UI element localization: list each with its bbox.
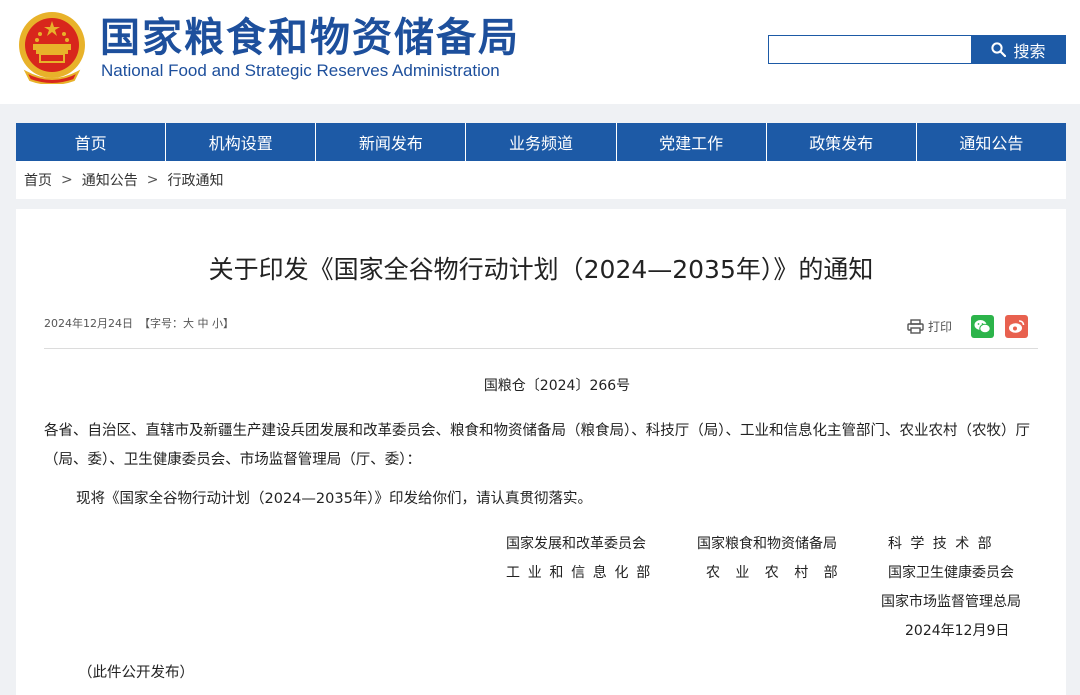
font-size-label: 【字号： — [139, 317, 183, 330]
font-size-end: 】 — [223, 317, 234, 330]
search-input[interactable] — [768, 35, 971, 64]
signature-most: 科学技术部 — [888, 536, 1000, 552]
national-emblem-icon[interactable] — [16, 10, 88, 85]
body-paragraph: 现将《国家全谷物行动计划（2024—2035年）》印发给你们，请认真贯彻落实。 — [76, 491, 593, 507]
recipients-paragraph: 各省、自治区、直辖市及新疆生产建设兵团发展和改革委员会、粮食和物资储备局（粮食局… — [44, 423, 1030, 468]
nav-item-home[interactable]: 首页 — [16, 123, 167, 161]
wechat-share-button[interactable] — [971, 314, 994, 338]
nav-item-news[interactable]: 新闻发布 — [316, 123, 467, 161]
font-size-small[interactable]: 小 — [212, 317, 223, 330]
site-name-english[interactable]: National Food and Strategic Reserves Adm… — [101, 60, 500, 82]
article-container: 关于印发《国家全谷物行动计划（2024—2035年）》的通知 2024年12月2… — [16, 209, 1066, 695]
signature-nhc: 国家卫生健康委员会 — [888, 565, 1014, 581]
breadcrumb-admin-notices[interactable]: 行政通知 — [167, 170, 223, 190]
site-name-chinese[interactable]: 国家粮食和物资储备局 — [100, 14, 520, 62]
printer-icon — [907, 318, 924, 334]
nav-item-party[interactable]: 党建工作 — [617, 123, 767, 161]
signature-ndrc: 国家发展和改革委员会 — [506, 536, 646, 552]
breadcrumb-notices[interactable]: 通知公告 — [82, 170, 138, 190]
print-label: 打印 — [927, 319, 952, 334]
site-header: 国家粮食和物资储备局 National Food and Strategic R… — [0, 0, 1080, 104]
print-button[interactable]: 打印 — [907, 318, 952, 335]
article-tools: 打印 — [907, 314, 1028, 338]
signature-date: 2024年12月9日 — [905, 623, 1010, 639]
breadcrumb: 首页 > 通知公告 > 行政通知 — [16, 161, 1066, 199]
signature-moa: 农业农村部 — [706, 565, 853, 581]
breadcrumb-separator: > — [61, 172, 73, 188]
wechat-icon — [974, 319, 991, 333]
article-meta: 2024年12月24日 【字号：大 中 小】 — [44, 317, 234, 331]
search-button-label: 搜索 — [1013, 41, 1046, 61]
weibo-share-button[interactable] — [1005, 314, 1028, 338]
nav-item-organization[interactable]: 机构设置 — [166, 123, 317, 161]
signature-samr: 国家市场监督管理总局 — [881, 594, 1021, 610]
article-title: 关于印发《国家全谷物行动计划（2024—2035年）》的通知 — [208, 255, 874, 284]
signature-nfsra: 国家粮食和物资储备局 — [697, 536, 837, 552]
font-size-large[interactable]: 大 — [183, 317, 194, 330]
signature-miit: 工业和信息化部 — [506, 565, 658, 581]
search-icon — [991, 42, 1007, 57]
breadcrumb-separator: > — [146, 172, 159, 188]
publication-note: （此件公开发布） — [78, 665, 194, 681]
nav-item-notices[interactable]: 通知公告 — [917, 123, 1066, 161]
main-nav: 首页 机构设置 新闻发布 业务频道 党建工作 政策发布 通知公告 — [16, 123, 1066, 161]
search-button[interactable]: 搜索 — [971, 35, 1066, 64]
font-size-medium[interactable]: 中 — [198, 317, 209, 330]
publish-date: 2024年12月24日 — [44, 317, 133, 330]
meta-divider — [44, 348, 1038, 349]
nav-item-business[interactable]: 业务频道 — [466, 123, 617, 161]
weibo-icon — [1009, 319, 1025, 333]
document-number: 国粮仓〔2024〕266号 — [483, 378, 631, 394]
breadcrumb-home[interactable]: 首页 — [24, 170, 52, 190]
nav-item-policy[interactable]: 政策发布 — [767, 123, 917, 161]
